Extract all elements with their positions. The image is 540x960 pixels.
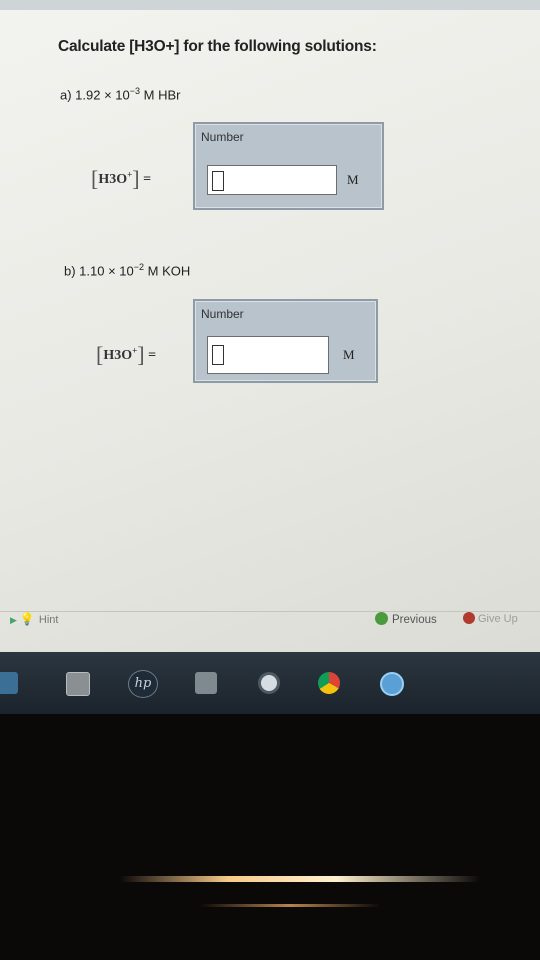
h3o-expression-b: [H3O+] = xyxy=(96,342,157,367)
previous-icon xyxy=(375,612,388,625)
problem-a-exponent: −3 xyxy=(129,86,141,96)
media-player-icon[interactable] xyxy=(258,672,280,694)
answer-input-a[interactable] xyxy=(207,165,337,195)
panel-a-header: Number xyxy=(201,130,244,144)
problem-a-label: a) 1.92 × 10−3 M HBr xyxy=(60,86,180,102)
give-up-label: Give Up xyxy=(478,613,518,625)
taskbar: hp xyxy=(0,652,540,714)
screen-reflection xyxy=(120,876,480,882)
empty-answer-box-icon xyxy=(212,171,224,191)
ie-icon[interactable] xyxy=(380,672,404,696)
screen-reflection-secondary xyxy=(200,904,380,907)
answer-panel-b: Number M xyxy=(193,299,378,383)
problem-b-suffix: M KOH xyxy=(144,263,191,279)
unit-label-b: M xyxy=(343,347,355,362)
answer-input-b[interactable] xyxy=(207,336,329,374)
app-icon[interactable] xyxy=(195,672,217,694)
chrome-icon[interactable] xyxy=(318,672,340,694)
previous-button[interactable]: Previous xyxy=(375,612,437,626)
hint-link[interactable]: ▶ 💡 Hint xyxy=(10,612,58,626)
give-up-icon xyxy=(463,612,475,624)
hp-icon[interactable]: hp xyxy=(128,670,158,698)
question-title: Calculate [H3O+] for the following solut… xyxy=(58,38,377,55)
give-up-button[interactable]: Give Up xyxy=(463,612,518,625)
answer-panel-a: Number M xyxy=(193,122,384,210)
previous-label: Previous xyxy=(392,614,437,626)
expr-b-species: H3O xyxy=(103,348,133,363)
start-icon[interactable] xyxy=(0,672,18,694)
lightbulb-icon: 💡 xyxy=(19,612,35,626)
question-footer xyxy=(0,611,540,630)
expand-arrow-icon: ▶ xyxy=(10,615,17,625)
panel-b-header: Number xyxy=(201,307,244,321)
expr-b-equals: = xyxy=(148,348,157,363)
problem-b-exponent: −2 xyxy=(133,262,145,272)
browser-top-edge xyxy=(0,0,540,10)
expr-a-equals: = xyxy=(143,172,152,187)
problem-a-suffix: M HBr xyxy=(140,87,181,103)
problem-a-prefix: a) 1.92 × 10 xyxy=(60,87,130,103)
empty-answer-box-icon xyxy=(212,345,224,365)
expr-a-species: H3O xyxy=(98,172,128,187)
unit-label-a: M xyxy=(347,172,359,187)
browser-content-area: Calculate [H3O+] for the following solut… xyxy=(0,0,540,652)
file-explorer-icon[interactable] xyxy=(66,672,90,696)
problem-b-prefix: b) 1.10 × 10 xyxy=(64,263,134,279)
h3o-expression-a: [H3O+] = xyxy=(91,166,152,191)
hint-label: Hint xyxy=(38,614,59,626)
problem-b-label: b) 1.10 × 10−2 M KOH xyxy=(64,262,190,278)
